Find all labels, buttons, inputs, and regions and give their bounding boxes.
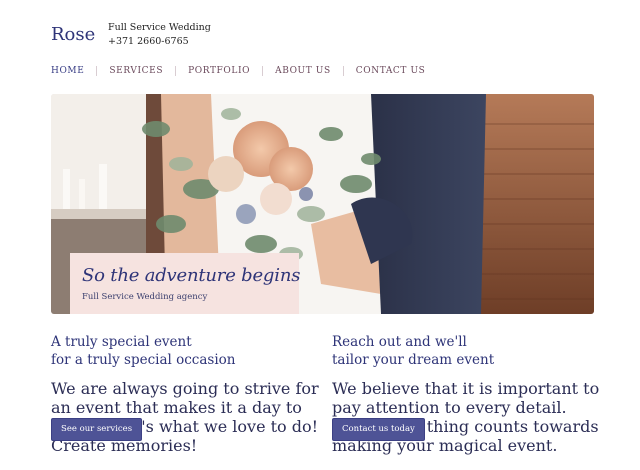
nav-contact-us[interactable]: CONTACT US — [356, 66, 426, 76]
contact-heading-line2: tailor your dream event — [332, 352, 495, 368]
services-heading-line1: A truly special event — [51, 334, 192, 350]
contact-us-button[interactable]: Contact us today — [332, 418, 425, 441]
hero-subtitle: Full Service Wedding agency — [82, 292, 208, 302]
contact-heading-line1: Reach out and we'll — [332, 334, 467, 350]
nav-divider — [262, 66, 264, 76]
services-section: A truly special event for a truly specia… — [51, 333, 321, 465]
nav-divider — [175, 66, 177, 76]
nav-home[interactable]: HOME — [51, 66, 84, 76]
header-tagline: Full Service Wedding +371 2660-6765 — [108, 21, 211, 49]
contact-text-line1: We believe that it is important to pay a… — [332, 379, 600, 417]
main-nav: HOME SERVICES PORTFOLIO ABOUT US CONTACT… — [51, 66, 425, 76]
hero-title: So the adventure begins — [82, 265, 301, 286]
nav-portfolio[interactable]: PORTFOLIO — [188, 66, 250, 76]
services-heading-line2: for a truly special occasion — [51, 352, 236, 368]
nav-services[interactable]: SERVICES — [109, 66, 163, 76]
phone-number[interactable]: +371 2660-6765 — [108, 35, 211, 49]
contact-heading: Reach out and we'll tailor your dream ev… — [332, 333, 602, 369]
nav-divider — [96, 66, 98, 76]
see-services-button[interactable]: See our services — [51, 418, 143, 441]
site-logo[interactable]: Rose — [51, 24, 95, 45]
nav-divider — [342, 66, 344, 76]
contact-section: Reach out and we'll tailor your dream ev… — [332, 333, 602, 465]
hero-caption: So the adventure begins Full Service Wed… — [70, 253, 301, 314]
tagline-text: Full Service Wedding — [108, 22, 211, 33]
nav-about-us[interactable]: ABOUT US — [275, 66, 331, 76]
services-text-line1: We are always going to strive for an eve… — [51, 379, 319, 417]
services-heading: A truly special event for a truly specia… — [51, 333, 321, 369]
